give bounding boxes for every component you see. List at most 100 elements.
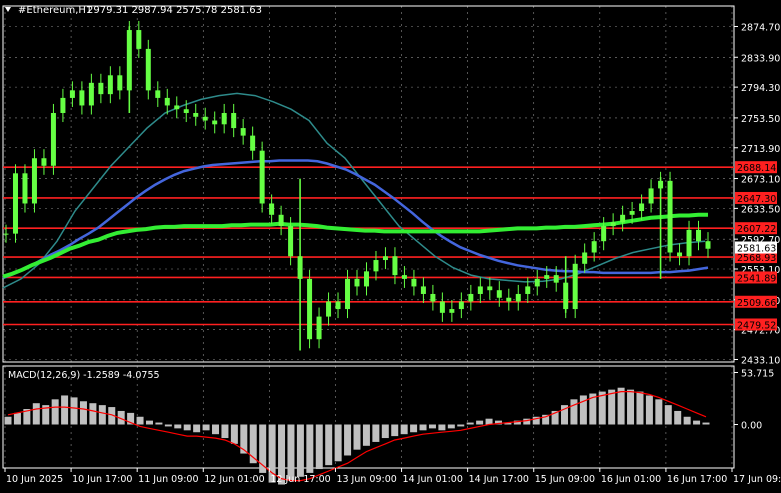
candle-body — [525, 286, 531, 294]
time-tick-label: 10 Jun 17:00 — [72, 474, 132, 485]
price-chart[interactable]: 2874.70 2833.90 2794.30 2753.50 2713.90 2673.… — [0, 0, 781, 493]
candle-body — [3, 233, 9, 235]
candle-body — [202, 116, 208, 121]
candle-body — [534, 278, 540, 287]
candle-body — [363, 271, 369, 287]
price-level-label: 2541.89 — [737, 273, 776, 284]
macd-histogram-bar — [230, 424, 238, 444]
macd-histogram-bar — [466, 422, 474, 425]
candle-body — [591, 241, 597, 253]
macd-histogram-bar — [655, 399, 663, 425]
candle-body — [136, 30, 142, 49]
macd-histogram-bar — [419, 424, 427, 431]
time-tick-label: 15 Jun 09:00 — [535, 474, 595, 485]
candle-body — [639, 203, 645, 212]
macd-histogram-bar — [4, 416, 12, 425]
candle-body — [60, 97, 66, 113]
macd-histogram-bar — [212, 424, 220, 435]
candle-body — [41, 158, 47, 166]
macd-histogram-bar — [457, 424, 465, 427]
macd-histogram-bar — [428, 424, 436, 429]
macd-histogram-bar — [136, 416, 144, 425]
macd-histogram-bar — [70, 397, 78, 425]
macd-histogram-bar — [438, 424, 446, 431]
macd-histogram-bar — [693, 420, 701, 425]
candle-body — [439, 301, 445, 313]
macd-histogram-bar — [476, 420, 484, 425]
macd-histogram-bar — [353, 424, 361, 450]
macd-histogram-bar — [325, 424, 333, 466]
candle-body — [553, 275, 559, 283]
support-resistance-levels — [3, 166, 734, 326]
time-tick-label: 16 Jun 01:00 — [601, 474, 661, 485]
ohlc-readout: 2979.31 2987.94 2575.78 2581.63 — [87, 5, 262, 16]
candle-body — [686, 229, 692, 257]
candle-body — [705, 241, 711, 249]
macd-panel: 53.7150.00-74.463MACD(12,26,9) -1.2589 -… — [4, 369, 778, 493]
macd-histogram-bar — [61, 395, 69, 425]
candle-body — [335, 301, 341, 310]
moving-average-lines — [2, 92, 709, 289]
macd-histogram-bar — [79, 401, 87, 425]
macd-histogram-bar — [13, 412, 21, 425]
macd-histogram-bar — [287, 424, 295, 481]
ma-mid-line — [2, 159, 709, 280]
candle-body — [98, 82, 104, 95]
candle-body — [316, 316, 322, 340]
macd-histogram-bar — [570, 399, 578, 425]
macd-histogram-bar — [174, 424, 182, 429]
price-level-label: 2607.22 — [737, 224, 776, 235]
price-level-label: 2509.66 — [737, 298, 776, 309]
macd-histogram-bar — [362, 424, 370, 446]
macd-histogram-bar — [391, 424, 399, 437]
time-tick-label: 10 Jun 2025 — [6, 474, 63, 485]
candle-body — [221, 112, 227, 125]
macd-histogram-bar — [164, 424, 172, 427]
price-level-label: 2568.93 — [737, 253, 776, 264]
macd-histogram-bar — [627, 389, 635, 425]
candle-body — [288, 226, 294, 257]
candle-body — [326, 301, 332, 317]
candle-body — [354, 278, 360, 287]
macd-histogram-bar — [617, 387, 625, 425]
price-tick-label: 2633.50 — [741, 204, 780, 215]
price-level-label: 2647.30 — [737, 194, 776, 205]
candle-body — [164, 97, 170, 106]
macd-histogram-bar — [155, 422, 163, 425]
dropdown-arrow-icon[interactable] — [5, 7, 11, 12]
candle-body — [174, 105, 180, 110]
candle-body — [411, 278, 417, 287]
candle-body — [677, 252, 683, 257]
time-tick-label: 12 Jun 17:00 — [270, 474, 330, 485]
ma-slow-line — [2, 212, 708, 279]
candle-body — [610, 222, 616, 227]
candle-body — [382, 256, 388, 261]
candle-body — [544, 275, 550, 279]
time-tick-label: 13 Jun 09:00 — [336, 474, 396, 485]
candle-body — [50, 112, 56, 166]
macd-histogram-bar — [221, 424, 229, 439]
candle-body — [269, 203, 275, 215]
candle-body — [582, 252, 588, 264]
trading-terminal: 2874.70 2833.90 2794.30 2753.50 2713.90 2673.… — [0, 0, 781, 493]
macd-histogram-bar — [193, 424, 201, 433]
candle-body — [31, 158, 37, 204]
macd-histogram-bar — [400, 424, 408, 435]
macd-histogram-bar — [334, 424, 342, 462]
macd-histogram-bar — [410, 424, 418, 433]
candle-body — [667, 180, 673, 253]
macd-histogram-bar — [636, 391, 644, 425]
macd-histogram-bar — [447, 424, 455, 429]
macd-histogram-bar — [306, 424, 314, 473]
price-tick-label: 2673.10 — [741, 175, 780, 186]
candle-body — [496, 290, 502, 298]
time-tick-label: 14 Jun 17:00 — [469, 474, 529, 485]
price-tick-label: 2833.90 — [741, 53, 780, 64]
candle-body — [12, 173, 18, 234]
macd-histogram-bar — [674, 410, 682, 425]
current-price-label: 2581.63 — [737, 243, 776, 254]
candle-body — [487, 286, 493, 291]
macd-histogram-bar — [664, 405, 672, 425]
candle-body — [601, 226, 607, 242]
time-axis: 10 Jun 2025 10 Jun 17:00 11 Jun 09:00 12 Ju… — [4, 468, 781, 485]
